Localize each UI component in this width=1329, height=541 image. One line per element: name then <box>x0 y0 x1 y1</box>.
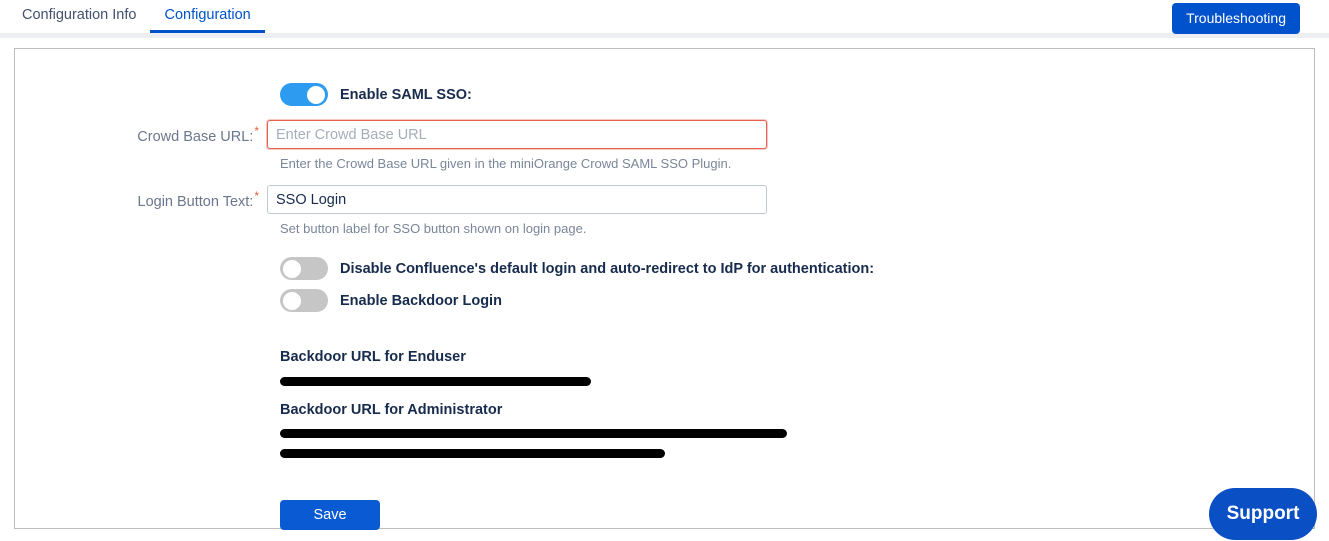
enable-saml-sso-toggle[interactable] <box>280 83 328 106</box>
enable-saml-sso-row: Enable SAML SSO: <box>280 83 1314 106</box>
redaction-bar <box>280 429 787 438</box>
login-button-text-row: Login Button Text:* <box>15 185 1314 214</box>
login-button-text-input[interactable] <box>267 185 767 214</box>
support-button[interactable]: Support <box>1209 488 1317 540</box>
configuration-panel: Enable SAML SSO: Crowd Base URL:* Enter … <box>14 48 1315 530</box>
backdoor-enduser-url[interactable]: [redacted] <box>280 372 1314 389</box>
crowd-base-url-field-cell <box>267 120 1314 149</box>
crowd-base-url-help-text: Enter the Crowd Base URL given in the mi… <box>280 156 732 171</box>
backdoor-admin-heading: Backdoor URL for Administrator <box>280 402 503 418</box>
save-button[interactable]: Save <box>280 500 380 530</box>
toggle-knob-icon <box>283 259 301 278</box>
crowd-base-url-input[interactable] <box>267 120 767 149</box>
header-tab-bar: Configuration Info Configuration Trouble… <box>0 0 1329 35</box>
login-button-text-help-text: Set button label for SSO button shown on… <box>280 221 587 236</box>
login-button-text-field-cell <box>267 185 1314 214</box>
backdoor-admin-url-line2[interactable]: [redacted] <box>280 443 1314 461</box>
tab-configuration[interactable]: Configuration <box>150 6 265 33</box>
backdoor-admin-url-line1[interactable]: [redacted] <box>280 425 1314 441</box>
redaction-bar <box>280 377 591 386</box>
disable-default-login-row: Disable Confluence's default login and a… <box>280 257 1314 280</box>
disable-default-login-label: Disable Confluence's default login and a… <box>340 260 875 277</box>
crowd-base-url-label-cell: Crowd Base URL:* <box>15 124 267 145</box>
toggle-knob-icon <box>283 291 301 310</box>
required-asterisk-icon: * <box>254 124 259 139</box>
tab-list: Configuration Info Configuration <box>8 0 265 33</box>
tab-configuration-info[interactable]: Configuration Info <box>8 6 150 34</box>
crowd-base-url-row: Crowd Base URL:* <box>15 120 1314 149</box>
redaction-bar <box>280 449 665 458</box>
tab-configuration-info-label: Configuration Info <box>22 6 137 23</box>
saml-configuration-form: Enable SAML SSO: Crowd Base URL:* Enter … <box>15 49 1314 530</box>
crowd-base-url-label: Crowd Base URL: <box>137 128 254 145</box>
required-asterisk-icon: * <box>254 189 259 204</box>
backdoor-enduser-heading: Backdoor URL for Enduser <box>280 349 466 365</box>
enable-backdoor-login-toggle[interactable] <box>280 289 328 312</box>
enable-saml-sso-label: Enable SAML SSO: <box>340 86 472 103</box>
enable-backdoor-login-row: Enable Backdoor Login <box>280 289 1314 312</box>
enable-backdoor-login-label: Enable Backdoor Login <box>340 292 502 309</box>
login-button-text-label-cell: Login Button Text:* <box>15 189 267 210</box>
header-divider-strip <box>0 33 1329 38</box>
disable-default-login-toggle[interactable] <box>280 257 328 280</box>
troubleshooting-button[interactable]: Troubleshooting <box>1172 3 1300 35</box>
toggle-knob-icon <box>307 85 325 104</box>
login-button-text-label: Login Button Text: <box>137 193 254 210</box>
tab-configuration-label: Configuration <box>164 6 251 23</box>
